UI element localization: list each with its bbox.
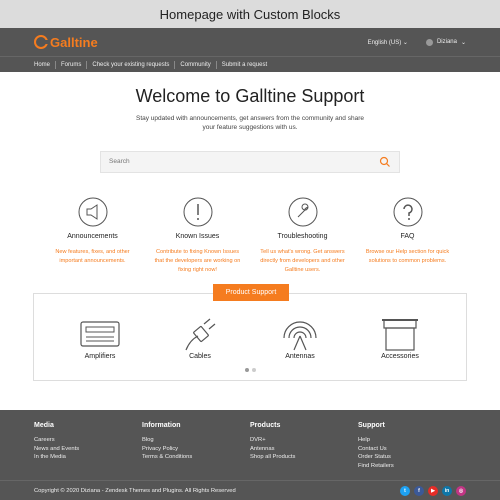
megaphone-icon (78, 197, 107, 227)
footer-heading: Products (250, 422, 281, 429)
question-icon (393, 197, 422, 227)
youtube-icon[interactable]: ▶ (428, 485, 438, 496)
category-desc: New features, fixes, and other important… (55, 248, 130, 264)
site-footer: Media Careers News and Events In the Med… (0, 410, 500, 500)
product-name: Cables (189, 353, 211, 360)
footer-heading: Media (34, 422, 54, 429)
user-menu[interactable]: Diziana ⌄ (425, 38, 466, 46)
footer-link[interactable]: Privacy Policy (142, 445, 250, 454)
category-known-issues[interactable]: Known Issues Contribute to fixing Known … (145, 197, 250, 275)
site-header: Galltine English (US) ⌄ Diziana ⌄ (0, 28, 500, 56)
twitter-icon[interactable]: t (400, 485, 410, 496)
main-nav: Home Forums Check your existing requests… (0, 56, 500, 72)
product-accessories[interactable]: Accessories (355, 316, 445, 360)
product-name: Antennas (285, 353, 315, 360)
nav-item-submit[interactable]: Submit a request (217, 61, 272, 69)
category-title: FAQ (400, 232, 415, 240)
footer-link[interactable]: News and Events (34, 445, 142, 454)
category-title: Troubleshooting (277, 232, 328, 240)
box-icon (382, 319, 418, 351)
carousel-dot[interactable] (251, 368, 256, 372)
search-bar (100, 150, 400, 173)
footer-column-products: Products DVR+ Antennas Shop all Products (250, 422, 358, 470)
logo-text: Galltine (50, 34, 98, 50)
facebook-icon[interactable]: f (414, 485, 424, 496)
wrench-icon (288, 197, 317, 227)
footer-link[interactable]: Antennas (250, 445, 358, 454)
footer-column-media: Media Careers News and Events In the Med… (34, 422, 142, 470)
chevron-down-icon: ⌄ (402, 39, 408, 46)
product-amplifiers[interactable]: Amplifiers (55, 316, 145, 360)
antenna-icon (283, 321, 317, 351)
product-name: Amplifiers (84, 353, 116, 360)
alert-icon (183, 197, 212, 227)
plug-icon (185, 318, 216, 351)
user-name: Diziana (436, 39, 457, 45)
footer-link[interactable]: Blog (142, 436, 250, 445)
footer-heading: Support (358, 422, 385, 429)
product-antennas[interactable]: Antennas (255, 316, 345, 360)
product-cables[interactable]: Cables (155, 316, 245, 360)
category-faq[interactable]: FAQ Browse our Help section for quick so… (355, 197, 460, 275)
footer-link[interactable]: Contact Us (358, 445, 466, 454)
category-desc: Contribute to fixing Known Issues that t… (154, 248, 241, 273)
footer-link[interactable]: Shop all Products (250, 453, 358, 462)
nav-item-forums[interactable]: Forums (56, 60, 88, 69)
copyright-text: Copyright © 2020 Diziana - Zendesk Theme… (34, 487, 236, 494)
hero-section: Welcome to Galltine Support Stay updated… (0, 72, 500, 133)
language-selector[interactable]: English (US) ⌄ (368, 39, 408, 46)
footer-link[interactable]: DVR+ (250, 436, 358, 445)
footer-column-support: Support Help Contact Us Order Status Fin… (358, 422, 466, 470)
category-title: Announcements (67, 232, 118, 240)
footer-link[interactable]: Help (358, 436, 466, 445)
footer-link[interactable]: Find Retailers (358, 462, 466, 471)
footer-link[interactable]: In the Media (34, 453, 142, 462)
instagram-icon[interactable]: ◎ (456, 485, 466, 496)
nav-item-home[interactable]: Home (34, 60, 57, 69)
avatar (425, 38, 433, 46)
product-name: Accessories (381, 353, 419, 360)
search-input[interactable] (109, 158, 379, 166)
footer-column-information: Information Blog Privacy Policy Terms & … (142, 422, 250, 470)
amplifier-icon (80, 321, 120, 347)
category-blocks: Announcements New features, fixes, and o… (0, 197, 500, 275)
footer-link[interactable]: Order Status (358, 453, 466, 462)
carousel-pagination (34, 368, 466, 372)
product-support-carousel: Amplifiers Cables Antennas Accessories (33, 293, 467, 381)
search-icon[interactable] (379, 156, 391, 168)
footer-link[interactable]: Terms & Conditions (142, 453, 250, 462)
footer-link[interactable]: Careers (34, 436, 142, 445)
category-troubleshooting[interactable]: Troubleshooting Tell us what's wrong. Ge… (250, 197, 355, 275)
logo-icon (34, 35, 49, 49)
footer-heading: Information (142, 422, 181, 429)
category-title: Known Issues (175, 232, 220, 240)
footer-bottom: Copyright © 2020 Diziana - Zendesk Theme… (0, 480, 500, 500)
brand-logo[interactable]: Galltine (34, 35, 98, 50)
chevron-down-icon: ⌄ (460, 39, 466, 46)
category-announcements[interactable]: Announcements New features, fixes, and o… (40, 197, 145, 275)
nav-item-community[interactable]: Community (175, 60, 217, 69)
category-desc: Tell us what's wrong. Get answers direct… (260, 248, 345, 273)
linkedin-icon[interactable]: in (442, 485, 452, 496)
social-links: t f ▶ in ◎ (400, 485, 466, 496)
page-subtitle: Stay updated with announcements, get ans… (136, 115, 364, 132)
nav-item-requests[interactable]: Check your existing requests (87, 60, 176, 69)
page-title: Welcome to Galltine Support (135, 86, 365, 106)
product-support-button[interactable]: Product Support (213, 284, 289, 301)
category-desc: Browse our Help section for quick soluti… (365, 248, 450, 264)
carousel-dot[interactable] (244, 368, 249, 372)
screenshot-caption: Homepage with Custom Blocks (0, 0, 500, 28)
